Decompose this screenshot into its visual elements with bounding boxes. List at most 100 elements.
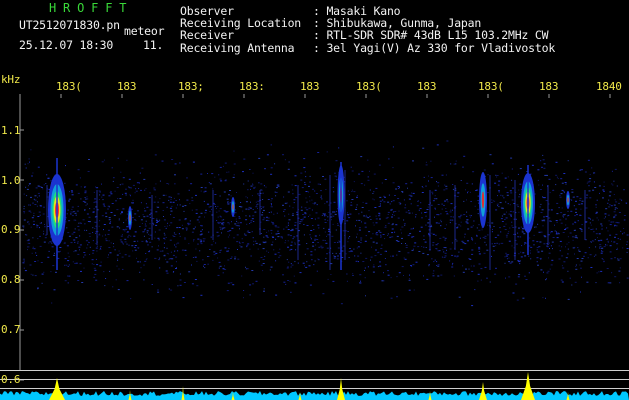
- noise-speck: [335, 229, 337, 231]
- noise-speck: [263, 288, 265, 290]
- noise-speck: [250, 220, 253, 222]
- noise-speck: [133, 240, 136, 242]
- noise-speck: [32, 220, 35, 222]
- noise-speck: [460, 248, 463, 250]
- noise-speck: [397, 217, 400, 219]
- noise-speck: [168, 258, 170, 260]
- noise-speck: [315, 212, 318, 214]
- noise-speck: [324, 215, 326, 217]
- noise-speck: [545, 200, 548, 201]
- noise-speck: [373, 199, 375, 201]
- noise-speck: [558, 207, 560, 209]
- noise-speck: [212, 259, 214, 261]
- noise-speck: [358, 173, 361, 175]
- noise-speck: [396, 276, 398, 278]
- noise-speck: [534, 226, 536, 228]
- noise-speck: [483, 169, 486, 171]
- noise-speck: [51, 242, 53, 244]
- noise-speck: [221, 232, 222, 234]
- noise-speck: [474, 205, 476, 207]
- noise-speck: [515, 283, 518, 285]
- noise-speck: [392, 214, 394, 216]
- noise-speck: [163, 216, 164, 217]
- noise-speck: [466, 215, 468, 217]
- noise-speck: [565, 218, 567, 220]
- noise-speck: [328, 204, 330, 206]
- noise-speck: [547, 270, 550, 272]
- noise-speck: [243, 297, 244, 299]
- noise-speck: [249, 207, 252, 209]
- noise-speck: [403, 275, 404, 276]
- noise-speck: [622, 247, 624, 249]
- noise-speck: [532, 240, 535, 242]
- noise-speck: [30, 149, 32, 151]
- noise-speck: [270, 167, 273, 169]
- noise-speck: [349, 236, 351, 237]
- noise-speck: [472, 239, 474, 241]
- noise-speck: [381, 244, 383, 246]
- noise-speck: [204, 212, 207, 214]
- noise-speck: [614, 168, 617, 170]
- noise-speck: [210, 205, 212, 207]
- noise-speck: [290, 263, 292, 265]
- noise-speck: [556, 213, 559, 215]
- noise-speck: [452, 216, 454, 218]
- noise-speck: [561, 265, 563, 267]
- noise-speck: [422, 187, 424, 189]
- noise-speck: [617, 258, 619, 260]
- noise-speck: [39, 227, 40, 229]
- noise-speck: [38, 211, 41, 213]
- noise-speck: [176, 267, 177, 269]
- noise-speck: [263, 217, 266, 219]
- noise-speck: [543, 167, 546, 169]
- noise-speck: [100, 247, 101, 249]
- noise-speck: [508, 257, 510, 259]
- noise-speck: [283, 281, 286, 283]
- noise-speck: [283, 228, 285, 230]
- noise-speck: [84, 254, 87, 256]
- noise-speck: [28, 210, 31, 212]
- noise-speck: [369, 170, 370, 172]
- noise-speck: [126, 243, 128, 245]
- noise-speck: [110, 212, 113, 213]
- noise-speck: [576, 258, 579, 259]
- noise-speck: [494, 243, 496, 244]
- noise-speck: [163, 247, 165, 249]
- noise-speck: [166, 225, 168, 227]
- noise-speck: [585, 197, 588, 199]
- noise-speck: [401, 243, 403, 244]
- noise-speck: [122, 242, 124, 244]
- noise-speck: [165, 227, 167, 229]
- noise-speck: [251, 270, 254, 271]
- noise-speck: [397, 240, 400, 242]
- noise-speck: [379, 231, 382, 233]
- noise-speck: [576, 196, 579, 198]
- noise-speck: [74, 228, 76, 230]
- noise-speck: [499, 227, 501, 229]
- noise-speck: [603, 185, 605, 187]
- noise-speck: [247, 197, 248, 199]
- noise-speck: [449, 222, 451, 224]
- noise-speck: [207, 263, 209, 265]
- noise-speck: [250, 185, 253, 187]
- noise-speck: [608, 206, 610, 208]
- noise-speck: [227, 250, 229, 252]
- noise-field: [22, 140, 629, 307]
- noise-speck: [294, 261, 296, 263]
- noise-speck: [247, 189, 249, 191]
- noise-speck: [92, 227, 94, 229]
- noise-speck: [398, 272, 401, 274]
- noise-speck: [470, 226, 473, 228]
- noise-speck: [84, 197, 86, 198]
- noise-speck: [169, 201, 172, 203]
- noise-speck: [517, 173, 519, 175]
- noise-speck: [565, 228, 567, 230]
- noise-speck: [101, 161, 104, 163]
- noise-speck: [85, 240, 88, 242]
- noise-speck: [192, 257, 194, 258]
- noise-speck: [92, 252, 94, 254]
- noise-speck: [405, 211, 408, 213]
- noise-speck: [614, 276, 617, 278]
- noise-speck: [437, 204, 440, 205]
- noise-speck: [270, 203, 272, 205]
